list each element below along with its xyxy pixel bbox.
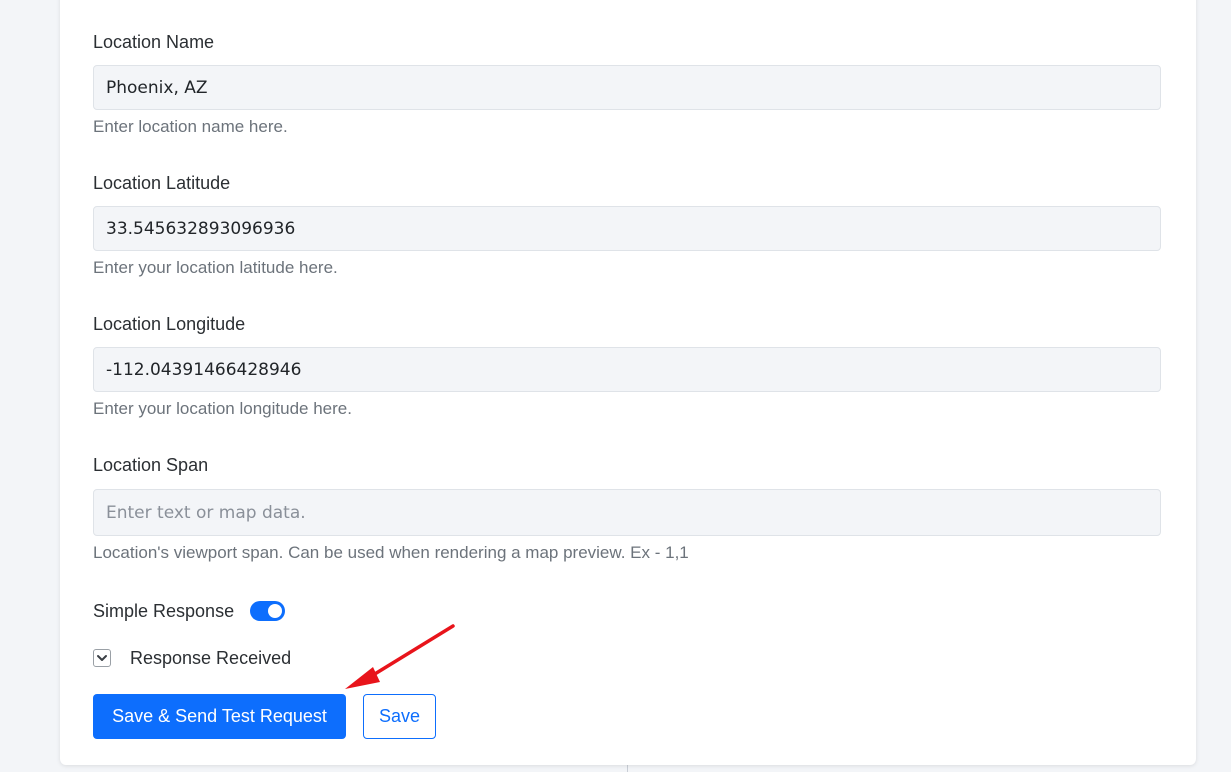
save-button[interactable]: Save xyxy=(363,694,436,739)
location-longitude-label: Location Longitude xyxy=(93,314,246,334)
response-received-label[interactable]: Response Received xyxy=(130,648,291,669)
location-longitude-input[interactable] xyxy=(93,347,1161,392)
location-latitude-help: Enter your location latitude here. xyxy=(93,258,338,277)
location-latitude-label: Location Latitude xyxy=(93,173,231,193)
chevron-down-icon[interactable] xyxy=(93,649,111,667)
simple-response-label: Simple Response xyxy=(93,600,235,621)
settings-card: Location Name Enter location name here. … xyxy=(60,0,1196,765)
location-span-label: Location Span xyxy=(93,455,209,475)
location-name-label: Location Name xyxy=(93,32,215,52)
response-received-row: Response Received xyxy=(93,646,291,670)
location-name-help: Enter location name here. xyxy=(93,117,288,136)
annotation-arrow-icon xyxy=(345,624,455,689)
location-span-input[interactable] xyxy=(93,489,1161,536)
location-span-help: Location's viewport span. Can be used wh… xyxy=(93,543,689,562)
toggle-knob xyxy=(268,604,283,618)
location-longitude-help: Enter your location longitude here. xyxy=(93,399,352,418)
simple-response-row: Simple Response xyxy=(93,599,286,623)
location-latitude-input[interactable] xyxy=(93,206,1161,251)
simple-response-toggle[interactable] xyxy=(250,601,286,621)
location-name-input[interactable] xyxy=(93,65,1161,110)
save-send-test-request-button[interactable]: Save & Send Test Request xyxy=(93,694,346,739)
